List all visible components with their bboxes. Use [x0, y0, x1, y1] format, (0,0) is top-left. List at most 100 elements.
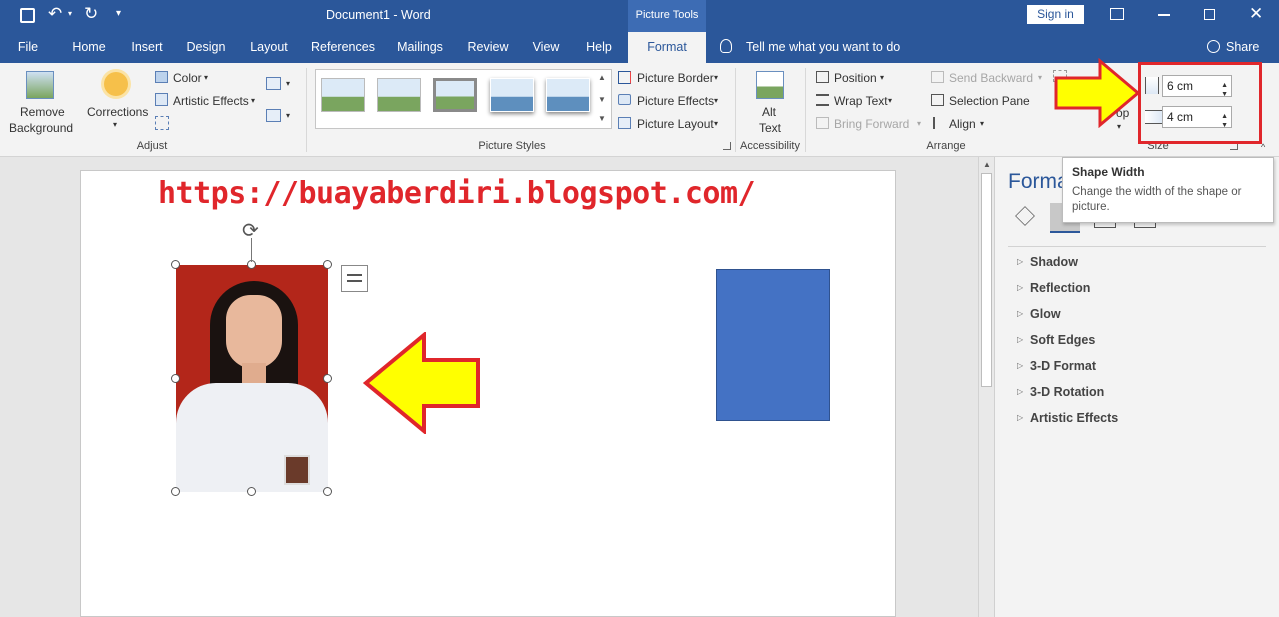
undo-dropdown-icon[interactable]: ▾	[68, 9, 72, 18]
picture-style-thumbnail[interactable]	[433, 78, 477, 112]
expand-icon[interactable]: ▷	[1017, 361, 1023, 370]
resize-handle[interactable]	[323, 374, 332, 383]
picture-effects-dropdown-icon[interactable]: ▾	[714, 96, 718, 105]
compress-pictures-icon[interactable]	[266, 77, 281, 90]
align-icon	[933, 117, 944, 129]
artistic-effects-dropdown-icon[interactable]: ▾	[251, 96, 255, 105]
picture-style-thumbnail[interactable]	[490, 78, 534, 112]
bring-forward-dropdown-icon[interactable]: ▾	[917, 119, 921, 128]
corrections-sun-icon	[104, 72, 128, 96]
bring-forward-button[interactable]: Bring Forward	[834, 117, 909, 131]
tab-file[interactable]: File	[8, 32, 48, 63]
change-picture-dropdown-icon[interactable]: ▾	[286, 111, 290, 120]
pane-item-3d-rotation[interactable]: 3-D Rotation	[1030, 385, 1104, 399]
pane-item-shadow[interactable]: Shadow	[1030, 255, 1078, 269]
restore-icon[interactable]	[1204, 9, 1215, 20]
tab-home[interactable]: Home	[64, 32, 114, 63]
send-backward-dropdown-icon[interactable]: ▾	[1038, 73, 1042, 82]
align-dropdown-icon[interactable]: ▾	[980, 119, 984, 128]
wrap-text-button[interactable]: Wrap Text	[834, 94, 888, 108]
expand-icon[interactable]: ▷	[1017, 335, 1023, 344]
tab-mailings[interactable]: Mailings	[392, 32, 448, 63]
ribbon-display-options-icon[interactable]	[1110, 8, 1124, 20]
expand-icon[interactable]: ▷	[1017, 257, 1023, 266]
resize-handle[interactable]	[247, 487, 256, 496]
tab-view[interactable]: View	[526, 32, 566, 63]
picture-tools-label: Picture Tools	[628, 0, 706, 32]
customize-qat-icon[interactable]: ▾	[116, 8, 121, 19]
picture-style-thumbnail[interactable]	[321, 78, 365, 112]
pane-item-3d-format[interactable]: 3-D Format	[1030, 359, 1096, 373]
redo-icon[interactable]: ↻	[84, 4, 98, 24]
reset-picture-icon[interactable]	[155, 116, 169, 130]
expand-icon[interactable]: ▷	[1017, 413, 1023, 422]
scroll-thumb[interactable]	[981, 173, 992, 387]
undo-icon[interactable]: ↶	[48, 4, 62, 24]
pane-item-glow[interactable]: Glow	[1030, 307, 1061, 321]
change-picture-icon[interactable]	[266, 109, 281, 122]
color-dropdown-icon[interactable]: ▾	[204, 73, 208, 82]
dialog-launcher-icon[interactable]	[723, 142, 731, 150]
pane-item-soft-edges[interactable]: Soft Edges	[1030, 333, 1095, 347]
tab-help[interactable]: Help	[578, 32, 620, 63]
resize-handle[interactable]	[171, 260, 180, 269]
pane-item-artistic-effects[interactable]: Artistic Effects	[1030, 411, 1118, 425]
picture-border-icon	[618, 71, 631, 84]
expand-icon[interactable]: ▷	[1017, 387, 1023, 396]
selected-picture[interactable]	[176, 265, 328, 492]
expand-icon[interactable]: ▷	[1017, 283, 1023, 292]
picture-effects-button[interactable]: Picture Effects	[637, 94, 714, 108]
group-picture-styles-label: Picture Styles	[478, 140, 546, 152]
expand-icon[interactable]: ▷	[1017, 309, 1023, 318]
selection-pane-button[interactable]: Selection Pane	[949, 94, 1030, 108]
vertical-scrollbar[interactable]: ▲	[978, 157, 994, 617]
color-button[interactable]: Color	[173, 71, 202, 85]
bring-forward-icon	[816, 117, 829, 129]
selection-pane-icon	[931, 94, 944, 106]
alt-text-icon	[756, 71, 784, 99]
scroll-up-icon[interactable]: ▲	[983, 160, 991, 169]
picture-border-button[interactable]: Picture Border	[637, 71, 714, 85]
tell-me-input[interactable]: Tell me what you want to do	[746, 40, 900, 54]
save-icon[interactable]	[20, 8, 35, 23]
remove-background-button[interactable]: Remove Background	[4, 68, 76, 138]
picture-layout-button[interactable]: Picture Layout	[637, 117, 714, 131]
shape-width-tooltip: Shape Width Change the width of the shap…	[1062, 157, 1274, 223]
gallery-scroll-down-icon[interactable]: ▼	[598, 95, 606, 104]
send-backward-button[interactable]: Send Backward	[949, 71, 1033, 85]
picture-layout-dropdown-icon[interactable]: ▾	[714, 119, 718, 128]
pane-item-reflection[interactable]: Reflection	[1030, 281, 1090, 295]
picture-style-thumbnail[interactable]	[546, 78, 590, 112]
sign-in-button[interactable]: Sign in	[1027, 5, 1084, 24]
resize-handle[interactable]	[323, 260, 332, 269]
resize-handle[interactable]	[171, 487, 180, 496]
tab-references[interactable]: References	[308, 32, 378, 63]
artistic-effects-button[interactable]: Artistic Effects	[173, 94, 249, 108]
yellow-arrow-right	[1054, 58, 1141, 128]
corrections-button[interactable]: Corrections ▾	[84, 68, 150, 138]
tab-review[interactable]: Review	[462, 32, 514, 63]
gallery-more-icon[interactable]: ▼	[598, 114, 606, 123]
resize-handle[interactable]	[323, 487, 332, 496]
gallery-scroll-up-icon[interactable]: ▲	[598, 73, 606, 82]
resize-handle[interactable]	[171, 374, 180, 383]
share-button[interactable]: Share	[1226, 40, 1259, 54]
wrap-text-icon	[816, 94, 829, 106]
tab-layout[interactable]: Layout	[244, 32, 294, 63]
position-dropdown-icon[interactable]: ▾	[880, 73, 884, 82]
blue-rectangle-shape[interactable]	[716, 269, 830, 421]
close-icon[interactable]: ✕	[1249, 4, 1263, 24]
tab-format[interactable]: Format	[628, 32, 706, 63]
minimize-icon[interactable]	[1158, 14, 1170, 16]
position-button[interactable]: Position	[834, 71, 877, 85]
tab-design[interactable]: Design	[180, 32, 232, 63]
picture-style-thumbnail[interactable]	[377, 78, 421, 112]
tooltip-body: Change the width of the shape or picture…	[1072, 186, 1242, 213]
wrap-text-dropdown-icon[interactable]: ▾	[888, 96, 892, 105]
corrections-label: Corrections	[87, 105, 149, 119]
align-button[interactable]: Align	[949, 117, 976, 131]
tab-insert[interactable]: Insert	[124, 32, 170, 63]
picture-border-dropdown-icon[interactable]: ▾	[714, 73, 718, 82]
alt-text-button[interactable]: Alt Text	[744, 68, 796, 138]
compress-dropdown-icon[interactable]: ▾	[286, 79, 290, 88]
